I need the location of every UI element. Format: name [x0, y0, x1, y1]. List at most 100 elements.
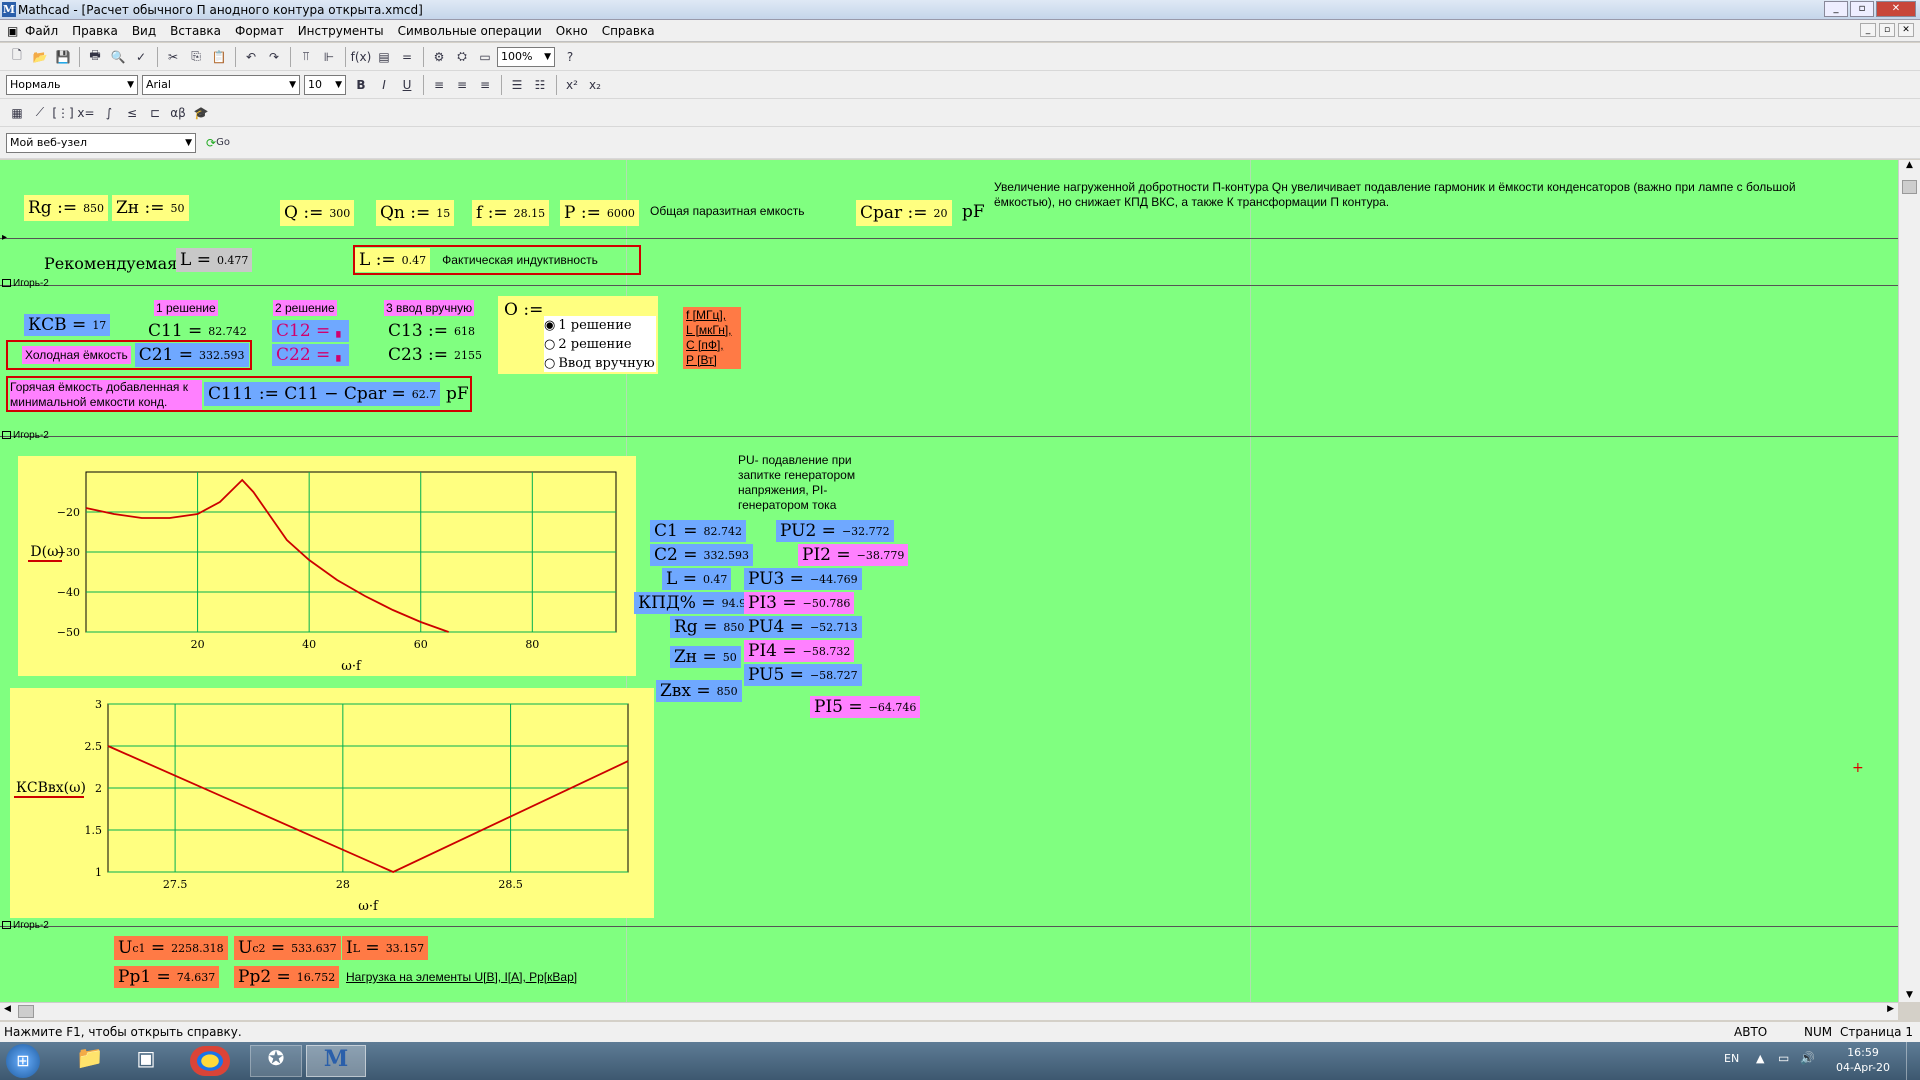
- hot-capacitance-box[interactable]: Горячая ёмкость добавленная к минимально…: [6, 376, 472, 412]
- redo-icon[interactable]: ↷: [263, 46, 285, 68]
- doc-icon[interactable]: ▣: [0, 24, 18, 38]
- collapse-arrow-icon[interactable]: ▸: [2, 232, 7, 243]
- numbering-icon[interactable]: ☷: [529, 74, 551, 96]
- radio-manual[interactable]: ○ Ввод вручную: [544, 354, 656, 373]
- calculate-icon[interactable]: =: [396, 46, 418, 68]
- print-icon[interactable]: 🖶: [84, 46, 106, 68]
- menu-tools[interactable]: Инструменты: [291, 24, 391, 38]
- align-left-icon[interactable]: ⊩: [318, 46, 340, 68]
- align-center-icon[interactable]: ≡: [451, 74, 473, 96]
- explorer-taskbar-icon[interactable]: 📁: [70, 1046, 110, 1076]
- rg-definition[interactable]: Rg := 850: [24, 195, 109, 221]
- bullets-icon[interactable]: ☰: [506, 74, 528, 96]
- hscroll-thumb[interactable]: [18, 1005, 34, 1018]
- f-definition[interactable]: f := 28.15: [472, 200, 550, 226]
- menu-insert[interactable]: Вставка: [163, 24, 228, 38]
- programming-icon[interactable]: ⊏: [144, 102, 166, 124]
- menu-format[interactable]: Формат: [228, 24, 291, 38]
- region-label-1[interactable]: Игорь-2: [2, 278, 49, 289]
- qn-definition[interactable]: Qn := 15: [376, 200, 455, 226]
- zn-definition[interactable]: Zн := 50: [112, 195, 189, 221]
- component-icon[interactable]: ⚙: [428, 46, 450, 68]
- uc2-value[interactable]: Uc2 = 533.637: [234, 936, 341, 960]
- il-value[interactable]: IL = 33.157: [342, 936, 429, 960]
- c2-value[interactable]: C2 = 332.593: [650, 544, 753, 566]
- network-icon[interactable]: ▭: [1778, 1051, 1789, 1065]
- matrix-icon[interactable]: [⋮]: [52, 102, 74, 124]
- menu-window[interactable]: Окно: [549, 24, 595, 38]
- minimize-button[interactable]: _: [1824, 1, 1848, 17]
- actual-inductance-box[interactable]: L := 0.47 Фактическая индуктивность: [353, 245, 641, 275]
- pi3-value[interactable]: PI3 = −50.786: [744, 592, 855, 614]
- calculator-icon[interactable]: ▦: [6, 102, 28, 124]
- l-definition[interactable]: L := 0.47: [355, 248, 431, 272]
- doc-close-button[interactable]: ✕: [1898, 23, 1914, 37]
- subscript-icon[interactable]: x₂: [584, 74, 606, 96]
- cpar-definition[interactable]: Cpar := 20: [856, 200, 952, 226]
- style-select[interactable]: Нормаль ▼: [6, 74, 138, 95]
- zoom-select[interactable]: 100% ▼: [497, 46, 555, 67]
- boolean-icon[interactable]: ≤: [121, 102, 143, 124]
- superscript-icon[interactable]: x²: [561, 74, 583, 96]
- align-left-text-icon[interactable]: ≡: [428, 74, 450, 96]
- window-icon[interactable]: ▭: [474, 46, 496, 68]
- pu2-value[interactable]: PU2 = −32.772: [776, 520, 894, 542]
- l-value[interactable]: L = 0.47: [662, 568, 732, 590]
- recommended-l-value[interactable]: L = 0.477: [176, 248, 253, 272]
- worksheet[interactable]: Rg := 850 Zн := 50 Q := 300 Qn := 15 f := 28.…: [0, 160, 1898, 1002]
- evaluation-icon[interactable]: x=: [75, 102, 97, 124]
- pu5-value[interactable]: PU5 = −58.727: [744, 664, 862, 686]
- font-select[interactable]: Arial ▼: [142, 74, 300, 95]
- ksv-omega-plot[interactable]: 27.5 28 28.5 3 2.5 2 1.5 1 КСВвх(ω) ω·f: [10, 688, 654, 918]
- doc-minimize-button[interactable]: _: [1860, 23, 1876, 37]
- symbolic-icon[interactable]: 🎓: [190, 102, 212, 124]
- scroll-thumb[interactable]: [1902, 180, 1917, 194]
- save-icon[interactable]: 💾: [52, 46, 74, 68]
- align-right-icon[interactable]: ≡: [474, 74, 496, 96]
- c11-value[interactable]: C11 = 82.742: [144, 320, 251, 342]
- menu-view[interactable]: Вид: [125, 24, 163, 38]
- radio-solution-2[interactable]: ○ 2 решение: [544, 335, 656, 354]
- pi2-value[interactable]: PI2 = −38.779: [798, 544, 909, 566]
- go-button[interactable]: ⟳ Go: [200, 132, 236, 154]
- c111-value[interactable]: C111 := C11 − Cpar = 62.7: [204, 382, 441, 406]
- cold-capacitance-box[interactable]: Холодная ёмкость C21 = 332.593: [6, 340, 252, 370]
- c21-value[interactable]: C21 = 332.593: [134, 343, 249, 367]
- cut-icon[interactable]: ✂: [162, 46, 184, 68]
- clock[interactable]: 16:59 04-Apr-20: [1836, 1045, 1890, 1075]
- underline-icon[interactable]: U: [396, 74, 418, 96]
- new-icon[interactable]: 🗋: [6, 46, 28, 68]
- tray-expand-icon[interactable]: ▲: [1756, 1052, 1764, 1065]
- c12-value[interactable]: C12 = ▖: [272, 320, 349, 342]
- print-preview-icon[interactable]: 🔍: [107, 46, 129, 68]
- horizontal-scrollbar[interactable]: ◀ ▶: [0, 1002, 1898, 1020]
- url-select[interactable]: Мой веб-узел ▼: [6, 132, 196, 153]
- q-definition[interactable]: Q := 300: [280, 200, 355, 226]
- d-omega-plot[interactable]: 20 40 60 80 −20 −30 −40 −50 D(ω) ω·f: [18, 456, 636, 676]
- graph-icon[interactable]: ⟋: [29, 102, 51, 124]
- close-button[interactable]: ✕: [1876, 1, 1916, 17]
- app-taskbar-icon[interactable]: ▣: [126, 1046, 166, 1076]
- menu-symbolics[interactable]: Символьные операции: [391, 24, 549, 38]
- open-icon[interactable]: 📂: [29, 46, 51, 68]
- language-indicator[interactable]: EN: [1724, 1052, 1739, 1065]
- pu3-value[interactable]: PU3 = −44.769: [744, 568, 862, 590]
- menu-file[interactable]: Файл: [18, 24, 65, 38]
- paste-icon[interactable]: 📋: [208, 46, 230, 68]
- vertical-scrollbar[interactable]: ▲ ▼: [1898, 160, 1920, 1002]
- c22-value[interactable]: C22 = ▖: [272, 344, 349, 366]
- radio-solution-1[interactable]: ◉ 1 решение: [544, 316, 656, 335]
- c1-value[interactable]: C1 = 82.742: [650, 520, 746, 542]
- p-definition[interactable]: P := 6000: [560, 200, 639, 226]
- bold-icon[interactable]: B: [350, 74, 372, 96]
- ksv-value[interactable]: КСВ = 17: [24, 314, 111, 336]
- pp2-value[interactable]: Pp2 = 16.752: [234, 966, 340, 988]
- insert-function-icon[interactable]: f(x): [350, 46, 372, 68]
- uc1-value[interactable]: Uc1 = 2258.318: [114, 936, 228, 960]
- italic-icon[interactable]: I: [373, 74, 395, 96]
- pi4-value[interactable]: PI4 = −58.732: [744, 640, 855, 662]
- undo-icon[interactable]: ↶: [240, 46, 262, 68]
- zn-value[interactable]: Zн = 50: [670, 646, 741, 668]
- maximize-button[interactable]: ▫: [1850, 1, 1874, 17]
- pi5-value[interactable]: PI5 = −64.746: [810, 696, 921, 718]
